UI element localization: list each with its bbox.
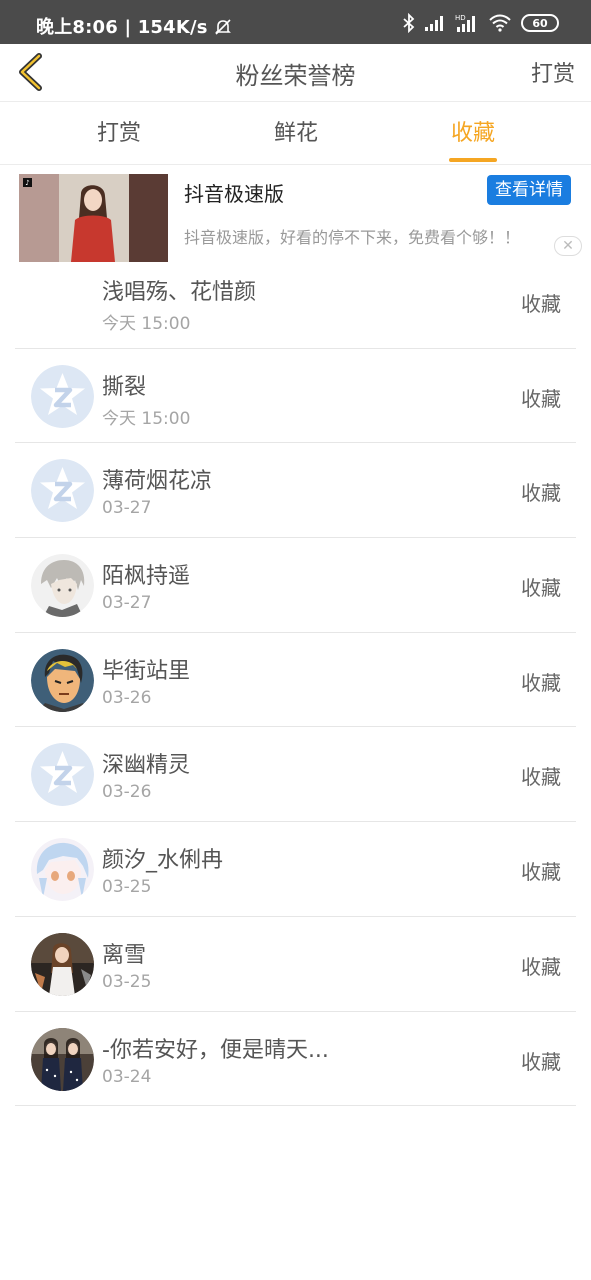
list-item[interactable]: 撕裂 今天 15:00 收藏 — [0, 349, 591, 444]
ad-thumbnail[interactable]: ♪ — [19, 174, 168, 262]
list-item[interactable]: 颜汐_水俐冉 03-25 收藏 — [0, 822, 591, 917]
action-label: 收藏 — [521, 292, 561, 316]
user-name: 离雪 — [102, 942, 147, 968]
reward-button[interactable]: 打赏 — [531, 56, 575, 88]
ad-close-button[interactable]: ✕ — [554, 236, 582, 256]
action-label: 收藏 — [521, 860, 561, 885]
avatar[interactable] — [31, 648, 94, 712]
user-name: 薄荷烟花凉 — [102, 469, 213, 495]
user-name: 毕街站里 — [102, 658, 191, 684]
wifi-icon — [489, 14, 511, 32]
user-name: 深幽精灵 — [102, 753, 191, 779]
user-name: 陌枫持遥 — [102, 564, 191, 590]
action-label: 收藏 — [521, 1049, 561, 1074]
default-avatar-icon[interactable] — [31, 743, 94, 807]
action-label: 收藏 — [521, 765, 561, 790]
list-item[interactable]: -你若安好，便是晴天... 03-24 收藏 — [0, 1012, 591, 1107]
svg-text:HD: HD — [455, 14, 466, 22]
user-name: 颜汐_水俐冉 — [102, 848, 224, 874]
list-item[interactable]: 陌枫持遥 03-27 收藏 — [0, 538, 591, 633]
tab-reward[interactable]: 打赏 — [59, 103, 179, 165]
list-item[interactable]: 离雪 03-25 收藏 — [0, 917, 591, 1012]
list-item[interactable]: 毕街站里 03-26 收藏 — [0, 633, 591, 728]
svg-text:♪: ♪ — [25, 179, 29, 187]
mute-bell-icon — [215, 19, 232, 35]
avatar[interactable] — [31, 1027, 94, 1091]
action-label: 收藏 — [521, 576, 561, 601]
divider — [15, 1105, 576, 1107]
favorite-time: 03-26 — [102, 687, 152, 708]
avatar[interactable] — [31, 838, 94, 902]
status-bar: 晚上8:06 | 154K/s HD 60 — [0, 0, 591, 44]
signal-icon — [425, 16, 443, 31]
favorite-time: 今天 15:00 — [102, 314, 191, 334]
tab-bar: 打赏 鲜花 收藏 — [0, 103, 591, 165]
ad-description: 抖音极速版，好看的停不下来，免费看个够！！ — [184, 228, 521, 247]
action-label: 收藏 — [521, 481, 561, 506]
action-label: 收藏 — [521, 386, 561, 411]
page-title: 粉丝荣誉榜 — [235, 62, 356, 90]
status-time: 晚上8:06 | 154K/s — [36, 13, 232, 39]
favorite-time: 03-25 — [102, 971, 152, 992]
active-tab-indicator — [449, 158, 497, 162]
user-name: -你若安好，便是晴天... — [102, 1037, 329, 1063]
avatar[interactable] — [31, 932, 94, 996]
tab-favorites[interactable]: 收藏 — [413, 103, 533, 165]
user-name: 浅唱殇、花惜颜 — [102, 280, 257, 305]
favorite-time: 03-27 — [102, 498, 152, 519]
nav-bar: 粉丝荣誉榜 打赏 — [0, 44, 591, 102]
favorite-time: 今天 15:00 — [102, 408, 191, 429]
action-label: 收藏 — [521, 954, 561, 979]
default-avatar-icon[interactable] — [31, 459, 94, 523]
close-icon: ✕ — [562, 238, 574, 254]
favorite-time: 03-24 — [102, 1066, 152, 1087]
signal-hd-icon: HD — [455, 14, 475, 32]
ad-title: 抖音极速版 — [184, 182, 284, 206]
battery-icon: 60 — [521, 14, 559, 32]
ad-banner[interactable]: ♪ 抖音极速版 查看详情 抖音极速版，好看的停不下来，免费看个够！！ ✕ — [0, 166, 591, 264]
favorite-time: 03-25 — [102, 877, 152, 898]
action-label: 收藏 — [521, 670, 561, 695]
default-avatar-icon[interactable] — [31, 364, 94, 428]
view-details-button[interactable]: 查看详情 — [487, 175, 571, 205]
user-name: 撕裂 — [102, 374, 147, 400]
list-item[interactable]: 薄荷烟花凉 03-27 收藏 — [0, 443, 591, 539]
fan-list: 浅唱殇、花惜颜 今天 15:00 收藏 撕裂 今天 15:00 收藏 薄荷烟花凉… — [0, 254, 591, 1107]
bluetooth-icon — [403, 13, 415, 33]
favorite-time: 03-27 — [102, 593, 152, 614]
avatar[interactable] — [31, 554, 94, 618]
list-item[interactable]: 深幽精灵 03-26 收藏 — [0, 727, 591, 823]
list-item[interactable]: 浅唱殇、花惜颜 今天 15:00 收藏 — [0, 254, 591, 349]
favorite-time: 03-26 — [102, 782, 152, 803]
tab-flowers[interactable]: 鲜花 — [236, 103, 356, 165]
